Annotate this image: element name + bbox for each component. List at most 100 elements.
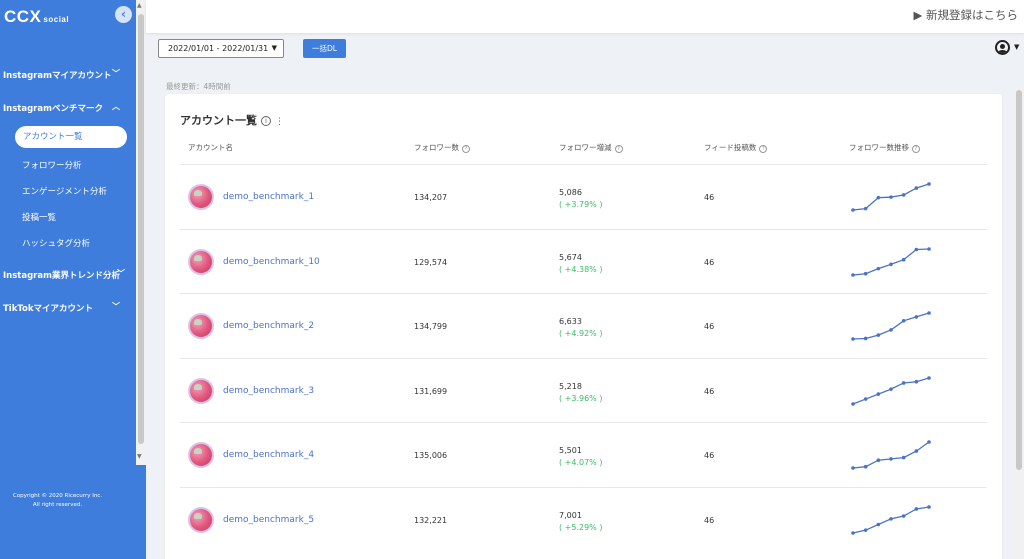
- sidebar-item-post-list[interactable]: 投稿一覧: [22, 211, 56, 223]
- follower-change: 5,218 ( +3.96% ): [559, 381, 602, 405]
- follower-trend-sparkline[interactable]: [850, 240, 932, 278]
- sparkline-point: [851, 208, 855, 212]
- follower-change-value: 7,001: [559, 510, 582, 520]
- nav-section-tiktok-my-account[interactable]: TikTokマイアカウント ﹀: [0, 302, 136, 314]
- sparkline-point: [914, 449, 919, 453]
- scroll-down-icon[interactable]: ▼: [137, 453, 142, 460]
- account-name-link[interactable]: demo_benchmark_1: [223, 192, 314, 202]
- account-name-link[interactable]: demo_benchmark_10: [223, 257, 320, 267]
- account-avatar: [188, 248, 214, 275]
- register-link[interactable]: ▶ 新規登録はこちら: [914, 7, 1019, 23]
- follower-trend-sparkline[interactable]: [850, 498, 932, 536]
- sidebar-item-label: ハッシュタグ分析: [22, 239, 91, 249]
- main-scrollbar[interactable]: [1014, 88, 1024, 559]
- nav-section-instagram-industry-trend[interactable]: Instagram業界トレンド分析 ﹀: [0, 269, 136, 281]
- account-name-link[interactable]: demo_benchmark_5: [223, 515, 314, 525]
- sparkline-point: [914, 315, 919, 319]
- sparkline-point: [876, 266, 881, 270]
- follower-trend-sparkline[interactable]: [850, 304, 932, 342]
- sparkline-point: [876, 522, 881, 526]
- table-row: demo_benchmark_5 132,221 7,001 ( +5.29% ) 46: [180, 486, 987, 552]
- nav-section-instagram-my-account[interactable]: Instagramマイアカウント ﹀: [0, 69, 136, 81]
- sidebar-scrollbar-thumb[interactable]: [138, 14, 144, 444]
- follower-change: 5,674 ( +4.38% ): [559, 252, 602, 276]
- date-range-select[interactable]: 2022/01/01 - 2022/01/31 ▼: [158, 39, 284, 58]
- card-title: アカウント一覧 i ⋮: [180, 112, 284, 128]
- account-name-link[interactable]: demo_benchmark_3: [223, 386, 314, 396]
- help-icon[interactable]: ?: [614, 145, 623, 153]
- sparkline-point: [851, 272, 855, 277]
- sparkline-point: [863, 396, 868, 401]
- copyright: Copyright © 2020 Ricecurry Inc. All righ…: [0, 492, 115, 510]
- sidebar-item-hashtag-analysis[interactable]: ハッシュタグ分析: [22, 237, 90, 249]
- sparkline-point: [927, 504, 931, 509]
- sparkline-point: [863, 271, 868, 276]
- sidebar-item-engagement-analysis[interactable]: エンゲージメント分析: [22, 185, 107, 197]
- column-header-account-name: アカウント名: [188, 142, 233, 153]
- follower-change-value: 5,086: [559, 188, 582, 197]
- column-header-follower-change: フォロワー増減?: [559, 142, 623, 153]
- sparkline-point: [863, 206, 868, 211]
- follower-trend-sparkline[interactable]: [850, 433, 932, 471]
- sparkline-point: [927, 311, 931, 315]
- follower-trend-sparkline[interactable]: [850, 369, 932, 407]
- follower-change: 5,086 ( +3.79% ): [559, 187, 602, 211]
- info-icon[interactable]: i: [261, 116, 271, 126]
- follower-change: 6,633 ( +4.92% ): [559, 316, 602, 340]
- sparkline-point: [901, 257, 906, 262]
- sidebar-item-account-list[interactable]: アカウント一覧: [15, 126, 127, 148]
- sidebar-item-follower-analysis[interactable]: フォロワー分析: [22, 159, 82, 171]
- sparkline-point: [876, 195, 881, 200]
- sparkline-point: [876, 333, 881, 337]
- column-header-label: フォロワー数: [414, 143, 459, 152]
- main-scrollbar-thumb[interactable]: [1016, 90, 1022, 470]
- sparkline-point: [901, 513, 906, 518]
- column-header-followers: フォロワー数?: [414, 142, 470, 153]
- follower-change-percent: ( +4.07% ): [559, 458, 603, 467]
- sparkline-point: [876, 458, 881, 462]
- sparkline-point: [927, 440, 931, 444]
- sidebar-collapse-button[interactable]: ‹: [115, 6, 132, 23]
- user-account-icon[interactable]: [995, 40, 1010, 55]
- caret-down-icon[interactable]: ▼: [1014, 43, 1019, 51]
- sidebar-item-label: アカウント一覧: [23, 132, 83, 142]
- nav-section-instagram-benchmark[interactable]: Instagramベンチマーク ︿: [0, 102, 136, 114]
- follower-change-value: 5,218: [559, 381, 582, 391]
- sidebar-scrollbar[interactable]: ▲ ▼: [136, 0, 146, 465]
- account-avatar: [188, 506, 214, 533]
- feed-post-count: 46: [704, 322, 715, 331]
- chevron-down-icon: ﹀: [112, 69, 120, 78]
- sparkline-point: [927, 246, 931, 251]
- help-icon[interactable]: ?: [912, 145, 920, 153]
- follower-change-percent: ( +4.38% ): [559, 264, 603, 274]
- feed-post-count: 46: [704, 257, 715, 267]
- bulk-download-button[interactable]: 一括DL: [303, 39, 346, 58]
- sparkline-point: [914, 247, 919, 251]
- sparkline-point: [889, 516, 893, 521]
- account-name-link[interactable]: demo_benchmark_2: [223, 321, 314, 331]
- more-vertical-icon[interactable]: ⋮: [275, 117, 284, 127]
- sparkline-point: [889, 195, 893, 199]
- logo-main-text: CCX: [4, 7, 42, 26]
- column-header-label: アカウント名: [188, 143, 233, 152]
- app-logo[interactable]: CCX social: [4, 7, 69, 27]
- nav-section-label: Instagram業界トレンド分析: [3, 271, 120, 281]
- help-icon[interactable]: ?: [462, 145, 470, 153]
- sparkline-line: [852, 247, 930, 276]
- sparkline-point: [927, 375, 931, 380]
- column-header-feed-posts: フィード投稿数?: [704, 142, 768, 153]
- account-name-link[interactable]: demo_benchmark_4: [223, 450, 314, 460]
- help-icon[interactable]: ?: [759, 145, 768, 153]
- column-header-label: フィード投稿数: [704, 143, 757, 152]
- sidebar: CCX social ‹ Instagramマイアカウント ﹀ Instagram…: [0, 0, 146, 559]
- sparkline-point: [851, 466, 855, 470]
- follower-trend-sparkline[interactable]: [850, 175, 932, 213]
- sparkline-point: [901, 380, 906, 385]
- last-updated-text: 最終更新：4時間前: [166, 82, 231, 91]
- scroll-up-icon[interactable]: ▲: [137, 2, 142, 9]
- follower-change-percent: ( +5.29% ): [559, 522, 603, 532]
- sparkline-point: [863, 464, 868, 469]
- feed-post-count: 46: [704, 451, 715, 460]
- follower-count: 131,699: [414, 386, 448, 396]
- table-row: demo_benchmark_4 135,006 5,501 ( +4.07% ) 46: [180, 422, 987, 487]
